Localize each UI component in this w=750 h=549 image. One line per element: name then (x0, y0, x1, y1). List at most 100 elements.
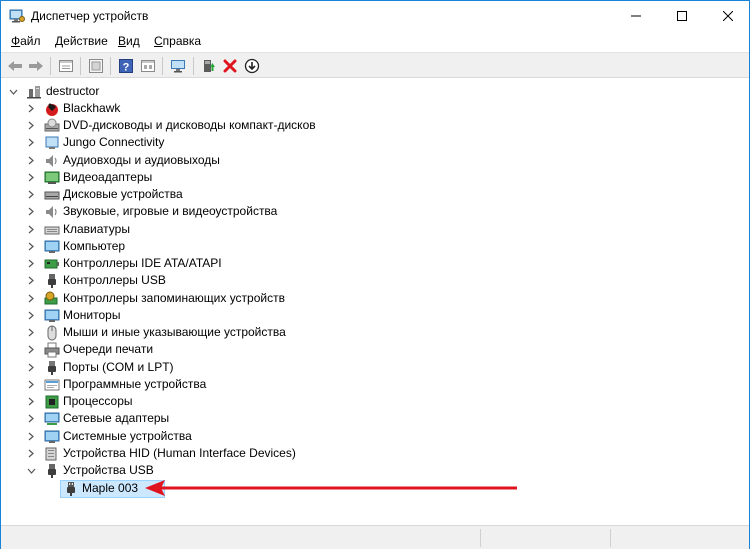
chevron-right-icon[interactable] (26, 100, 36, 117)
dvd-drive-icon (44, 118, 60, 134)
port-icon (44, 360, 60, 376)
chevron-right-icon[interactable] (26, 359, 36, 376)
tree-category-label: Очереди печати (63, 342, 154, 356)
speaker-icon (44, 153, 60, 169)
tree-category-item[interactable]: Контроллеры USB (1, 272, 341, 289)
tree-category-item[interactable]: Мониторы (1, 307, 341, 324)
chevron-right-icon[interactable] (26, 186, 36, 203)
tree-category-item[interactable]: Blackhawk (1, 100, 341, 117)
chevron-right-icon[interactable] (26, 428, 36, 445)
tree-category-item[interactable]: Системные устройства (1, 428, 341, 445)
chevron-right-icon[interactable] (26, 376, 36, 393)
chevron-right-icon[interactable] (26, 324, 36, 341)
tree-category-item[interactable]: Сетевые адаптеры (1, 410, 341, 427)
properties-icon[interactable] (56, 56, 76, 76)
tree-item-label: Maple 003 (82, 481, 139, 495)
tree-category-item[interactable]: Порты (COM и LPT) (1, 359, 341, 376)
scan-hardware-icon[interactable] (168, 56, 188, 76)
tree-category-label: DVD-дисководы и дисководы компакт-дисков (63, 118, 316, 132)
tree-category-item[interactable]: Очереди печати (1, 341, 341, 358)
tree-category-item[interactable]: Процессоры (1, 393, 341, 410)
tree-category-label: Контроллеры запоминающих устройств (63, 291, 285, 305)
tree-category-label: Контроллеры IDE ATA/ATAPI (63, 256, 222, 270)
tree-category-item[interactable]: Устройства HID (Human Interface Devices) (1, 445, 341, 462)
tree-category-label: Системные устройства (63, 429, 192, 443)
tree-category-label: Порты (COM и LPT) (63, 360, 174, 374)
tree-category-item[interactable]: Контроллеры запоминающих устройств (1, 290, 341, 307)
window-title: Диспетчер устройств (31, 9, 149, 23)
status-cell-2 (481, 529, 611, 547)
maximize-button[interactable] (659, 1, 705, 31)
storage-controller-icon (44, 291, 60, 307)
tree-root[interactable]: destructor (1, 83, 301, 100)
chevron-down-icon[interactable] (8, 83, 18, 100)
status-cell-3 (611, 529, 749, 547)
uninstall-icon[interactable] (220, 56, 240, 76)
chevron-right-icon[interactable] (26, 169, 36, 186)
status-bar (1, 525, 749, 549)
forward-arrow-icon[interactable] (26, 56, 46, 76)
tree-category-item[interactable]: Контроллеры IDE ATA/ATAPI (1, 255, 341, 272)
help-icon[interactable]: ? (116, 56, 136, 76)
chevron-right-icon[interactable] (26, 307, 36, 324)
tree-category-label: Устройства USB (63, 463, 154, 477)
view-icon[interactable] (138, 56, 158, 76)
tree-category-label: Аудиовходы и аудиовыходы (63, 153, 220, 167)
tree-category-label: Видеоадаптеры (63, 170, 153, 184)
chevron-right-icon[interactable] (26, 393, 36, 410)
tree-category-label: Blackhawk (63, 101, 121, 115)
usb-controller-icon (44, 273, 60, 289)
tree-category-item[interactable]: Дисковые устройства (1, 186, 341, 203)
printer-icon (44, 342, 60, 358)
chevron-right-icon[interactable] (26, 341, 36, 358)
chevron-right-icon[interactable] (26, 203, 36, 220)
tree-category-label: Устройства HID (Human Interface Devices) (63, 446, 296, 460)
tree-category-item[interactable]: Звуковые, игровые и видеоустройства (1, 203, 341, 220)
tree-category-item[interactable]: DVD-дисководы и дисководы компакт-дисков (1, 117, 341, 134)
network-adapter-icon (44, 411, 60, 427)
chevron-right-icon[interactable] (26, 152, 36, 169)
tree-category-item[interactable]: Программные устройства (1, 376, 341, 393)
chevron-right-icon[interactable] (26, 445, 36, 462)
title-bar[interactable]: Диспетчер устройств (1, 1, 749, 31)
tree-category-label: Контроллеры USB (63, 273, 166, 287)
tree-category-label: Компьютер (63, 239, 126, 253)
toolbar-separator (80, 57, 81, 75)
disk-drive-icon (44, 187, 60, 203)
chevron-down-icon[interactable] (26, 462, 36, 479)
sound-icon (44, 204, 60, 220)
close-button[interactable] (705, 1, 750, 31)
tree-root-label: destructor (46, 84, 100, 98)
chevron-right-icon[interactable] (26, 134, 36, 151)
tree-category-label: Программные устройства (63, 377, 207, 391)
chevron-right-icon[interactable] (26, 255, 36, 272)
chevron-right-icon[interactable] (26, 117, 36, 134)
keyboard-icon (44, 222, 60, 238)
tree-category-item[interactable]: Jungo Connectivity (1, 134, 341, 151)
chevron-right-icon[interactable] (26, 221, 36, 238)
show-hidden-icon[interactable] (86, 56, 106, 76)
chevron-right-icon[interactable] (26, 272, 36, 289)
tree-category-label: Jungo Connectivity (63, 135, 165, 149)
download-icon[interactable] (242, 56, 262, 76)
update-driver-icon[interactable] (199, 56, 219, 76)
back-arrow-icon[interactable] (5, 56, 25, 76)
toolbar-separator (162, 57, 163, 75)
menu-file[interactable]: Файл (11, 34, 41, 48)
menu-help[interactable]: Справка (154, 34, 201, 48)
tree-category-item[interactable]: Мыши и иные указывающие устройства (1, 324, 341, 341)
tree-category-item[interactable]: Компьютер (1, 238, 341, 255)
menu-action[interactable]: Действие (55, 34, 108, 48)
tree-category-item[interactable]: Клавиатуры (1, 221, 341, 238)
blackhawk-icon (44, 101, 60, 117)
menu-view[interactable]: Вид (118, 34, 140, 48)
tree-category-item[interactable]: Видеоадаптеры (1, 169, 341, 186)
minimize-button[interactable] (613, 1, 659, 31)
chevron-right-icon[interactable] (26, 238, 36, 255)
chevron-right-icon[interactable] (26, 410, 36, 427)
chevron-right-icon[interactable] (26, 290, 36, 307)
device-tree[interactable]: destructor Blackhawk DVD-дисководы и диск… (1, 79, 749, 525)
tree-category-item[interactable]: Аудиовходы и аудиовыходы (1, 152, 341, 169)
tree-category-label: Сетевые адаптеры (63, 411, 170, 425)
tree-category-label: Процессоры (63, 394, 133, 408)
